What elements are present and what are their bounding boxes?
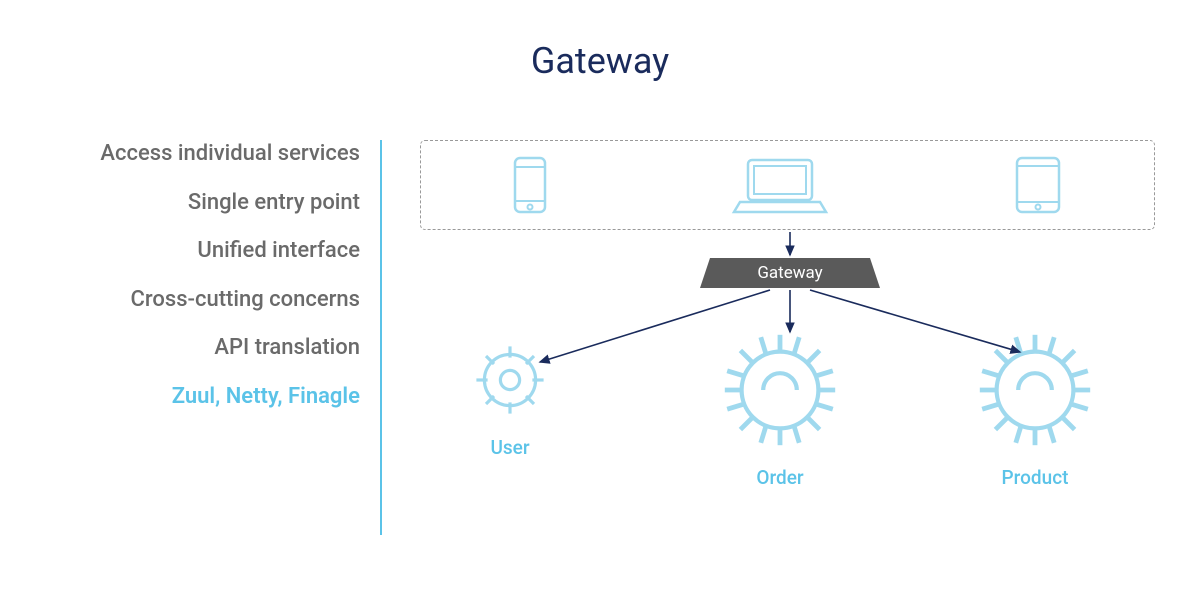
service-user: User [470, 340, 550, 459]
bullet-item: Access individual services [70, 140, 360, 169]
bullet-list: Access individual services Single entry … [70, 140, 360, 432]
bullet-item: API translation [70, 334, 360, 363]
gear-icon [975, 330, 1095, 454]
laptop-icon [730, 154, 830, 216]
bullet-item: Cross-cutting concerns [70, 286, 360, 315]
page-title: Gateway [531, 40, 669, 82]
gateway-node: Gateway [700, 258, 880, 288]
phone-icon [512, 155, 548, 215]
clients-container [420, 140, 1155, 230]
service-order: Order [720, 330, 840, 489]
tablet-icon [1013, 154, 1063, 216]
gear-icon [720, 330, 840, 454]
bullet-item-highlight: Zuul, Netty, Finagle [70, 383, 360, 412]
service-label: User [490, 436, 529, 459]
service-label: Order [756, 466, 803, 489]
vertical-divider [380, 140, 382, 535]
bullet-item: Unified interface [70, 237, 360, 266]
service-label: Product [1002, 466, 1069, 489]
services-row: User [420, 330, 1155, 530]
bullet-item: Single entry point [70, 189, 360, 218]
gear-icon [470, 340, 550, 424]
gateway-label: Gateway [757, 263, 822, 283]
service-product: Product [975, 330, 1095, 489]
